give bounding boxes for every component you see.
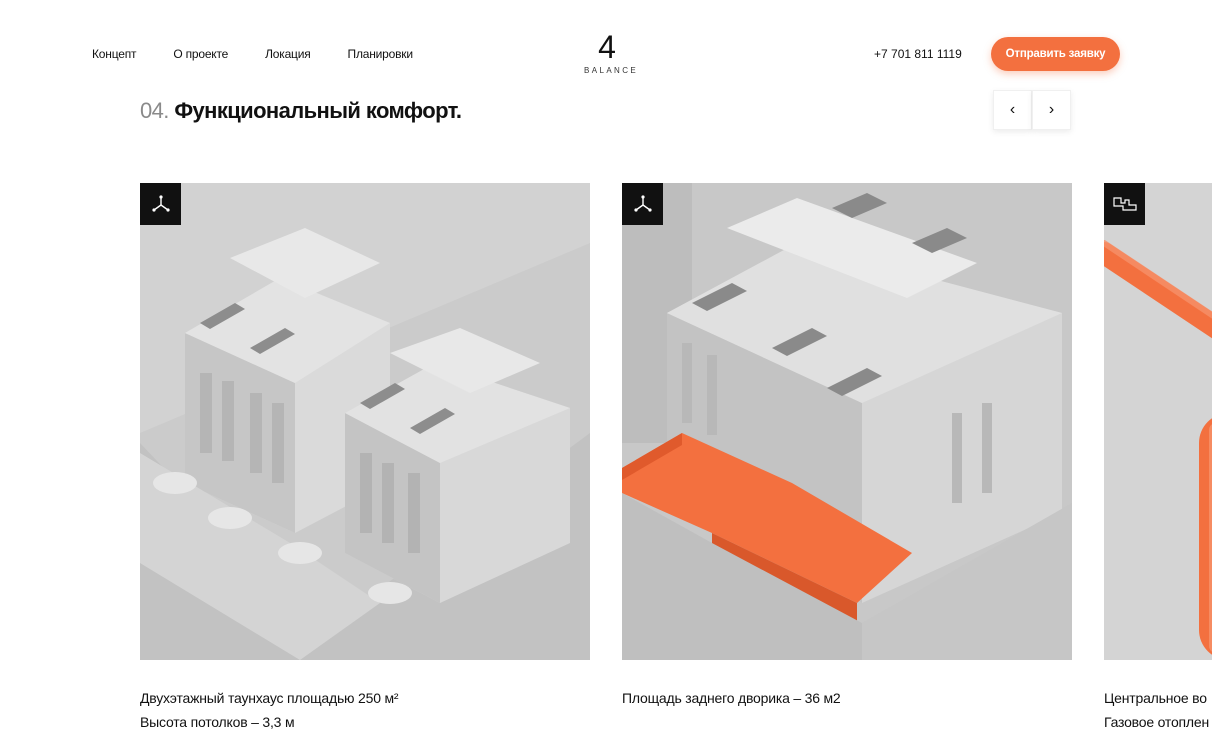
main-nav: Концепт О проекте Локация Планировки: [92, 47, 450, 61]
floorplan-icon: [1104, 183, 1145, 225]
caption-line-water: Центральное во: [1104, 690, 1207, 706]
caption-line-area: Двухэтажный таунхаус площадью 250 м²: [140, 690, 399, 706]
nav-link-concept[interactable]: Концепт: [92, 47, 137, 61]
section-number: 04.: [140, 98, 169, 123]
chevron-right-icon: ›: [1048, 101, 1055, 118]
page: Концепт О проекте Локация Планировки 4 B…: [0, 0, 1212, 736]
chevron-left-icon: ‹: [1009, 101, 1016, 118]
card-caption: Центральное во Газовое отоплен: [1104, 686, 1212, 734]
townhouse-render-image: [140, 183, 590, 660]
section-heading: Функциональный комфорт.: [174, 98, 462, 123]
send-request-button[interactable]: Отправить заявку: [991, 37, 1120, 71]
caption-line-ceiling: Высота потолков – 3,3 м: [140, 714, 295, 730]
card-caption: Площадь заднего дворика – 36 м2: [622, 686, 1072, 710]
nav-link-location[interactable]: Локация: [265, 47, 311, 61]
phone-link[interactable]: +7 701 811 1119: [874, 47, 962, 61]
feature-card-utilities: Центральное во Газовое отоплен: [1104, 183, 1212, 734]
nav-link-plans[interactable]: Планировки: [348, 47, 414, 61]
axis-3d-icon: [140, 183, 181, 225]
nav-link-about[interactable]: О проекте: [173, 47, 228, 61]
axis-3d-icon: [622, 183, 663, 225]
logo[interactable]: 4 BALANCE: [582, 29, 639, 75]
carousel-arrows: ‹ ›: [993, 90, 1071, 130]
feature-card-backyard: Площадь заднего дворика – 36 м2: [622, 183, 1072, 710]
carousel-next-button[interactable]: ›: [1032, 90, 1071, 130]
caption-line-heating: Газовое отоплен: [1104, 714, 1210, 730]
logo-word: BALANCE: [584, 66, 639, 75]
backyard-render-image: [622, 183, 1072, 660]
feature-card-townhouse: Двухэтажный таунхаус площадью 250 м² Выс…: [140, 183, 590, 734]
logo-number: 4: [598, 29, 616, 65]
section-title: 04. Функциональный комфорт.: [140, 98, 462, 124]
carousel-prev-button[interactable]: ‹: [993, 90, 1032, 130]
utilities-render-image: [1104, 183, 1212, 660]
caption-line-yard: Площадь заднего дворика – 36 м2: [622, 690, 841, 706]
card-caption: Двухэтажный таунхаус площадью 250 м² Выс…: [140, 686, 590, 734]
